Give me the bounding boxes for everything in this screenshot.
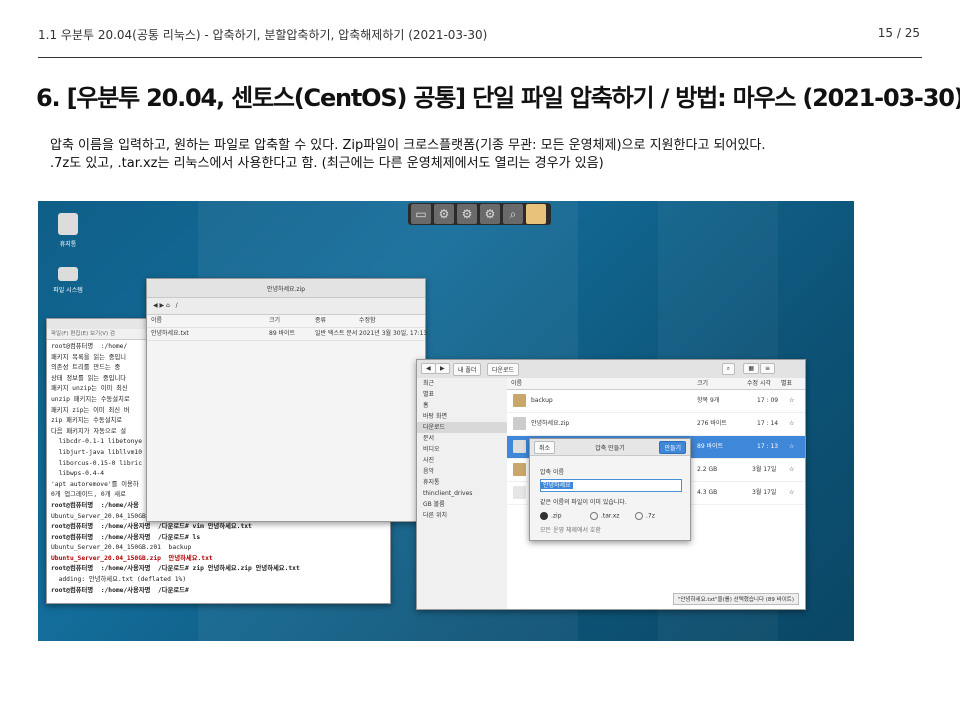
format-radio-tarxz[interactable]: .tar.xz (590, 512, 619, 520)
sidebar-item-starred[interactable]: 별표 (417, 389, 507, 400)
sidebar-item-desktop[interactable]: 바탕 화면 (417, 411, 507, 422)
status-bar: "안녕하세요.txt"을(를) 선택했습니다 (89 바이트) (672, 593, 799, 605)
sidebar-item-trash[interactable]: 휴지통 (417, 477, 507, 488)
search-icon[interactable]: ⌕ (503, 204, 523, 224)
star-icon: ☆ (789, 397, 795, 404)
sidebar-item-pictures[interactable]: 사진 (417, 455, 507, 466)
file-manager-sidebar: 최근 별표 홈 바탕 화면 다운로드 문서 비디오 사진 음악 휴지통 thin… (417, 378, 508, 609)
body-text: 압축 이름을 입력하고, 원하는 파일로 압축할 수 있다. Zip파일이 크로… (50, 137, 766, 173)
breadcrumb-downloads[interactable]: 다운로드 (487, 363, 520, 376)
list-item[interactable]: 안녕하세요.zip 276 바이트 17 : 14 ☆ (507, 413, 805, 436)
sidebar-item-downloads[interactable]: 다운로드 (417, 422, 507, 433)
header-divider (38, 57, 922, 58)
star-icon: ☆ (789, 420, 795, 427)
monitor-icon[interactable]: ▭ (411, 204, 431, 224)
sidebar-item-videos[interactable]: 비디오 (417, 444, 507, 455)
desktop-icon-trash[interactable]: 휴지통 (38, 213, 98, 248)
archive-name-label: 압축 이름 (540, 469, 564, 476)
file-manager-toolbar[interactable]: ◀ ▶ 내 폴더 다운로드 ⌕ ▦ ≡ (417, 360, 805, 379)
view-grid-icon[interactable]: ▦ (743, 363, 759, 374)
gear-icon[interactable]: ⚙ (457, 204, 477, 224)
forward-button[interactable]: ▶ (435, 363, 450, 374)
sidebar-item-music[interactable]: 음악 (417, 466, 507, 477)
create-button[interactable]: 만들기 (659, 441, 686, 454)
sidebar-item-recent[interactable]: 최근 (417, 378, 507, 389)
star-icon: ☆ (789, 466, 795, 473)
folder-icon[interactable] (526, 204, 546, 224)
archive-path-bar[interactable]: ◀ ▶ ⌂ / (147, 298, 425, 315)
file-list-header: 이름 크기 수정 시각 별표 (507, 378, 805, 390)
body-line-2: .7z도 있고, .tar.xz는 리눅스에서 사용한다고 함. (최근에는 다… (50, 156, 604, 171)
sidebar-item-documents[interactable]: 문서 (417, 433, 507, 444)
back-button[interactable]: ◀ (421, 363, 436, 374)
folder-icon (513, 394, 526, 407)
desktop-screenshot: ▭ ⚙ ⚙ ⚙ ⌕ 휴지통 파일 시스템 파일(F) 편집(E) 보기(V) 검… (38, 201, 854, 641)
gear-icon[interactable]: ⚙ (480, 204, 500, 224)
archive-name-input[interactable]: 안녕하세요 (540, 479, 682, 492)
menu-icon[interactable]: ≡ (759, 363, 775, 374)
archive-column-headers: 이름 크기 종류 수정함 (147, 315, 425, 328)
header-breadcrumb: 1.1 우분투 20.04(공통 리눅스) - 압축하기, 분할압축하기, 압축… (38, 28, 488, 42)
star-icon: ☆ (789, 489, 795, 496)
duplicate-warning: 같은 이름의 파일이 이미 있습니다. (540, 499, 627, 506)
search-icon[interactable]: ⌕ (721, 363, 735, 375)
sidebar-item-home[interactable]: 홈 (417, 400, 507, 411)
sidebar-item-volume[interactable]: GB 볼륨 (417, 499, 507, 510)
format-radio-7z[interactable]: .7z (635, 512, 655, 520)
drive-icon (58, 267, 78, 281)
format-radio-zip[interactable]: .zip (540, 512, 562, 520)
page-number: 15 / 25 (877, 26, 920, 40)
dialog-titlebar: 취소 압축 만들기 만들기 (530, 439, 690, 456)
sidebar-item-thinclient[interactable]: thinclient_drives (417, 488, 507, 499)
compress-dialog[interactable]: 취소 압축 만들기 만들기 압축 이름 안녕하세요 같은 이름의 파일이 이미 … (529, 438, 691, 541)
file-icon (513, 440, 526, 453)
body-line-1: 압축 이름을 입력하고, 원하는 파일로 압축할 수 있다. Zip파일이 크로… (50, 138, 766, 153)
archive-row[interactable]: 안녕하세요.txt 89 바이트 일반 텍스트 문서 2021년 3월 30일, 17… (147, 328, 427, 341)
trash-icon (58, 213, 78, 235)
file-icon (513, 463, 526, 476)
desktop-icon-filesystem[interactable]: 파일 시스템 (38, 267, 98, 294)
archive-icon (513, 417, 526, 430)
slide-title: 6. [우분투 20.04, 센토스(CentOS) 공통] 단일 파일 압축하… (36, 84, 960, 112)
sidebar-item-other-locations[interactable]: 다른 위치 (417, 510, 507, 521)
archive-window[interactable]: 안녕하세요.zip ◀ ▶ ⌂ / 이름 크기 종류 수정함 안녕하세요.txt 89 … (146, 278, 427, 522)
top-dock: ▭ ⚙ ⚙ ⚙ ⌕ (408, 203, 551, 225)
list-item[interactable]: backup 항목 9개 17 : 09 ☆ (507, 390, 805, 413)
format-hint: 모든 운영 체제에서 호환 (540, 527, 601, 534)
gear-icon[interactable]: ⚙ (434, 204, 454, 224)
file-icon (513, 486, 526, 499)
archive-titlebar[interactable]: 안녕하세요.zip (147, 279, 425, 298)
breadcrumb-home[interactable]: 내 폴더 (453, 363, 482, 376)
star-icon: ☆ (789, 443, 795, 450)
